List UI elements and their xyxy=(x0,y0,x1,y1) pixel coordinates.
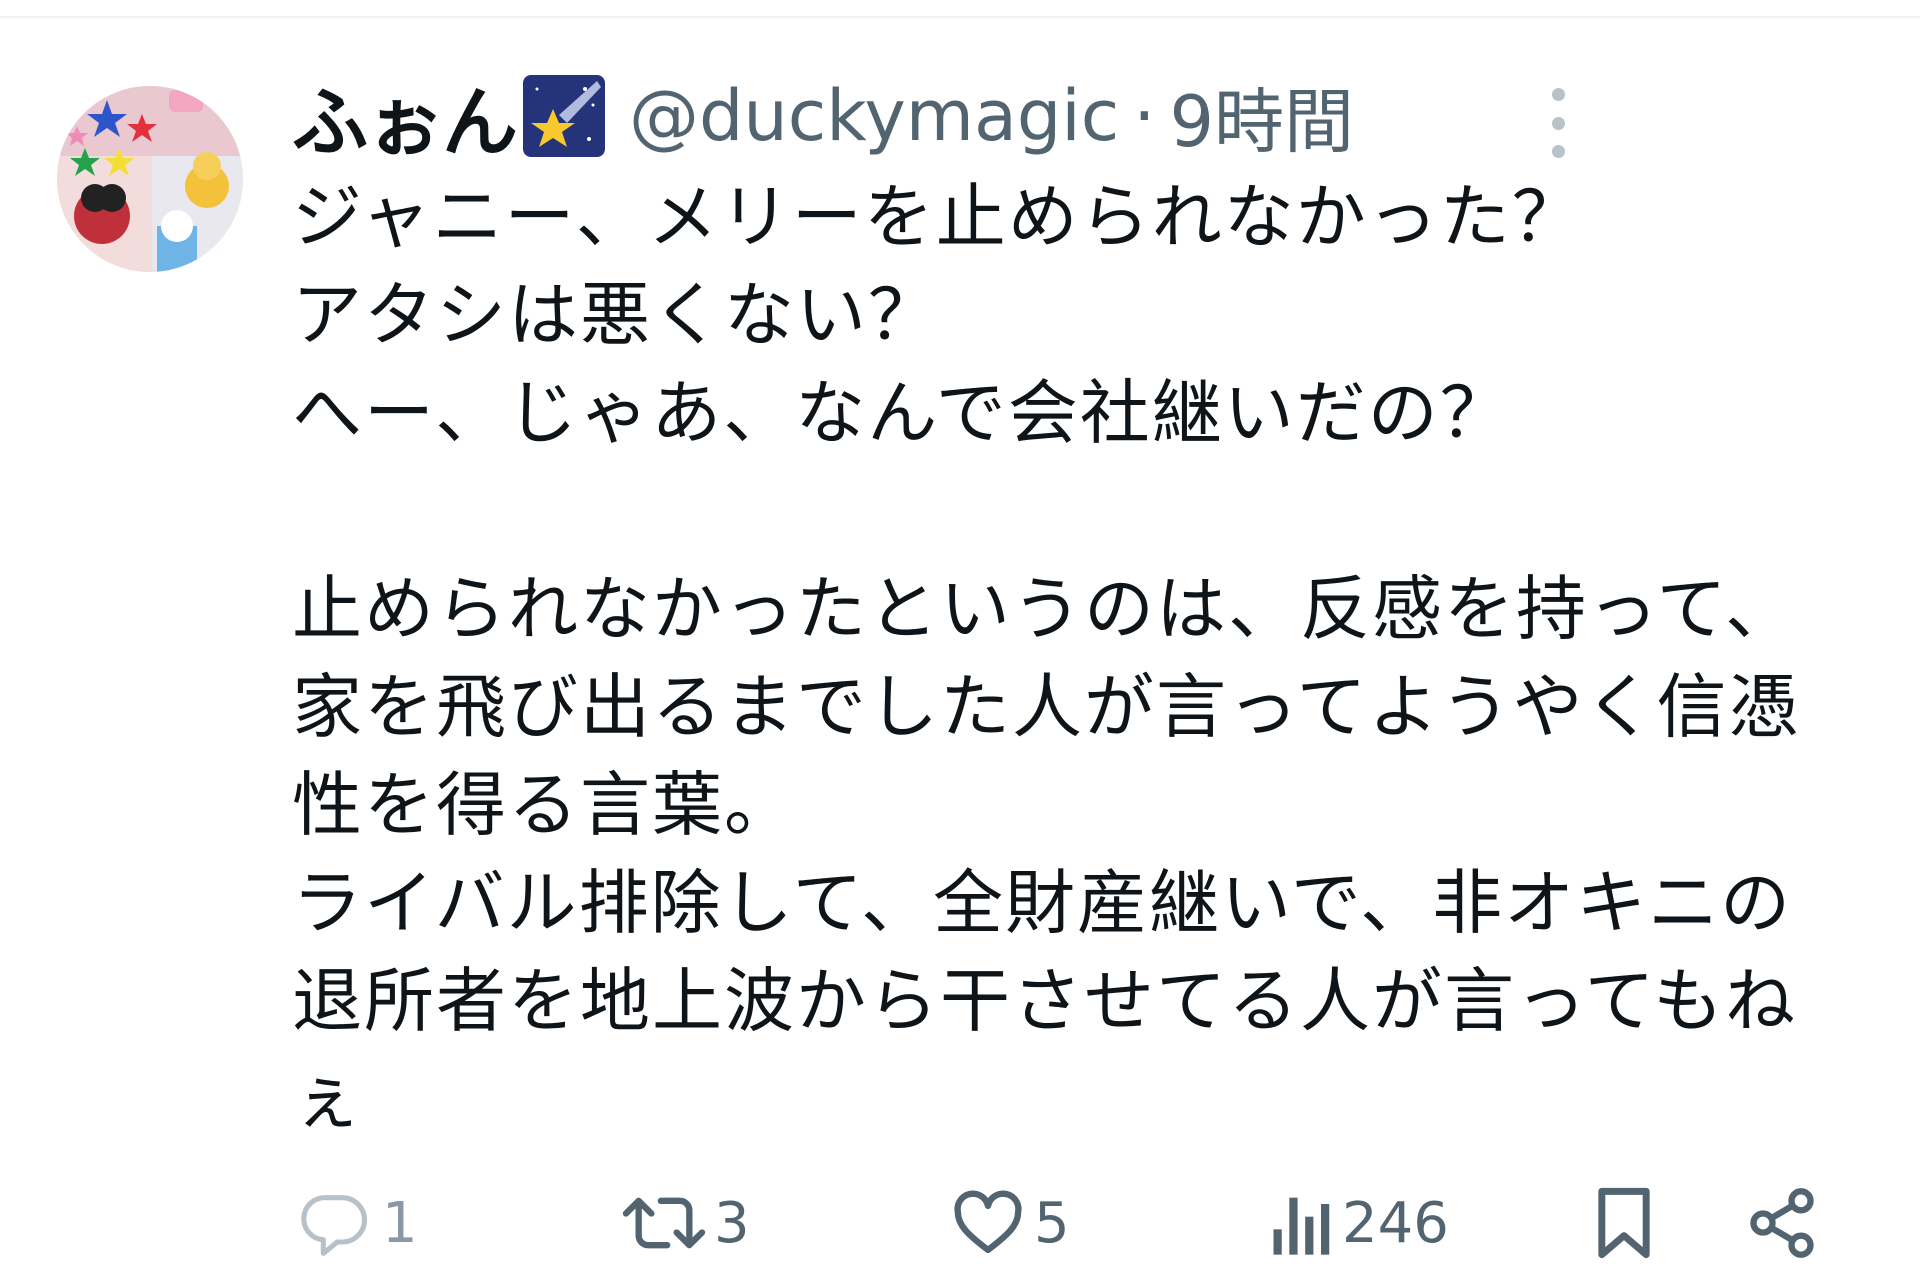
like-button[interactable]: 5 xyxy=(950,1178,1070,1268)
share-button[interactable] xyxy=(1744,1178,1820,1268)
reply-button[interactable]: 1 xyxy=(298,1178,418,1268)
more-options-button[interactable] xyxy=(1536,88,1580,158)
tweet-header: ふぉん @duckymagic · 9時間 xyxy=(292,66,1354,167)
tweet-text: ジャニー、メリーを止められなかった？ アタシは悪くない？ へー、じゃあ、なんで会… xyxy=(292,176,1801,1140)
reply-count: 1 xyxy=(382,1190,418,1256)
heart-icon xyxy=(954,1190,1022,1254)
timestamp[interactable]: 9時間 xyxy=(1169,66,1354,167)
avatar[interactable] xyxy=(57,86,243,272)
like-count: 5 xyxy=(1034,1190,1070,1256)
separator-dot: · xyxy=(1133,75,1156,157)
action-bar: 1 3 5 246 xyxy=(0,1178,1920,1268)
tweet[interactable]: ふぉん @duckymagic · 9時間 ジャニー、メリーを止められなかった？… xyxy=(0,18,1920,1282)
retweet-count: 3 xyxy=(714,1190,750,1256)
views-count: 246 xyxy=(1342,1190,1449,1256)
bookmark-icon xyxy=(1598,1187,1650,1259)
views-icon xyxy=(1273,1197,1330,1255)
views-button[interactable]: 246 xyxy=(1270,1178,1449,1268)
reply-icon xyxy=(301,1195,368,1256)
more-vertical-icon xyxy=(1551,88,1565,101)
avatar-image xyxy=(57,86,243,272)
user-handle[interactable]: @duckymagic xyxy=(629,75,1119,157)
share-icon xyxy=(1750,1188,1814,1258)
retweet-button[interactable]: 3 xyxy=(622,1178,750,1268)
shooting-star-emoji-icon xyxy=(523,75,605,157)
bookmark-button[interactable] xyxy=(1592,1178,1656,1268)
retweet-icon xyxy=(622,1197,706,1249)
display-name[interactable]: ふぉん xyxy=(292,61,518,171)
